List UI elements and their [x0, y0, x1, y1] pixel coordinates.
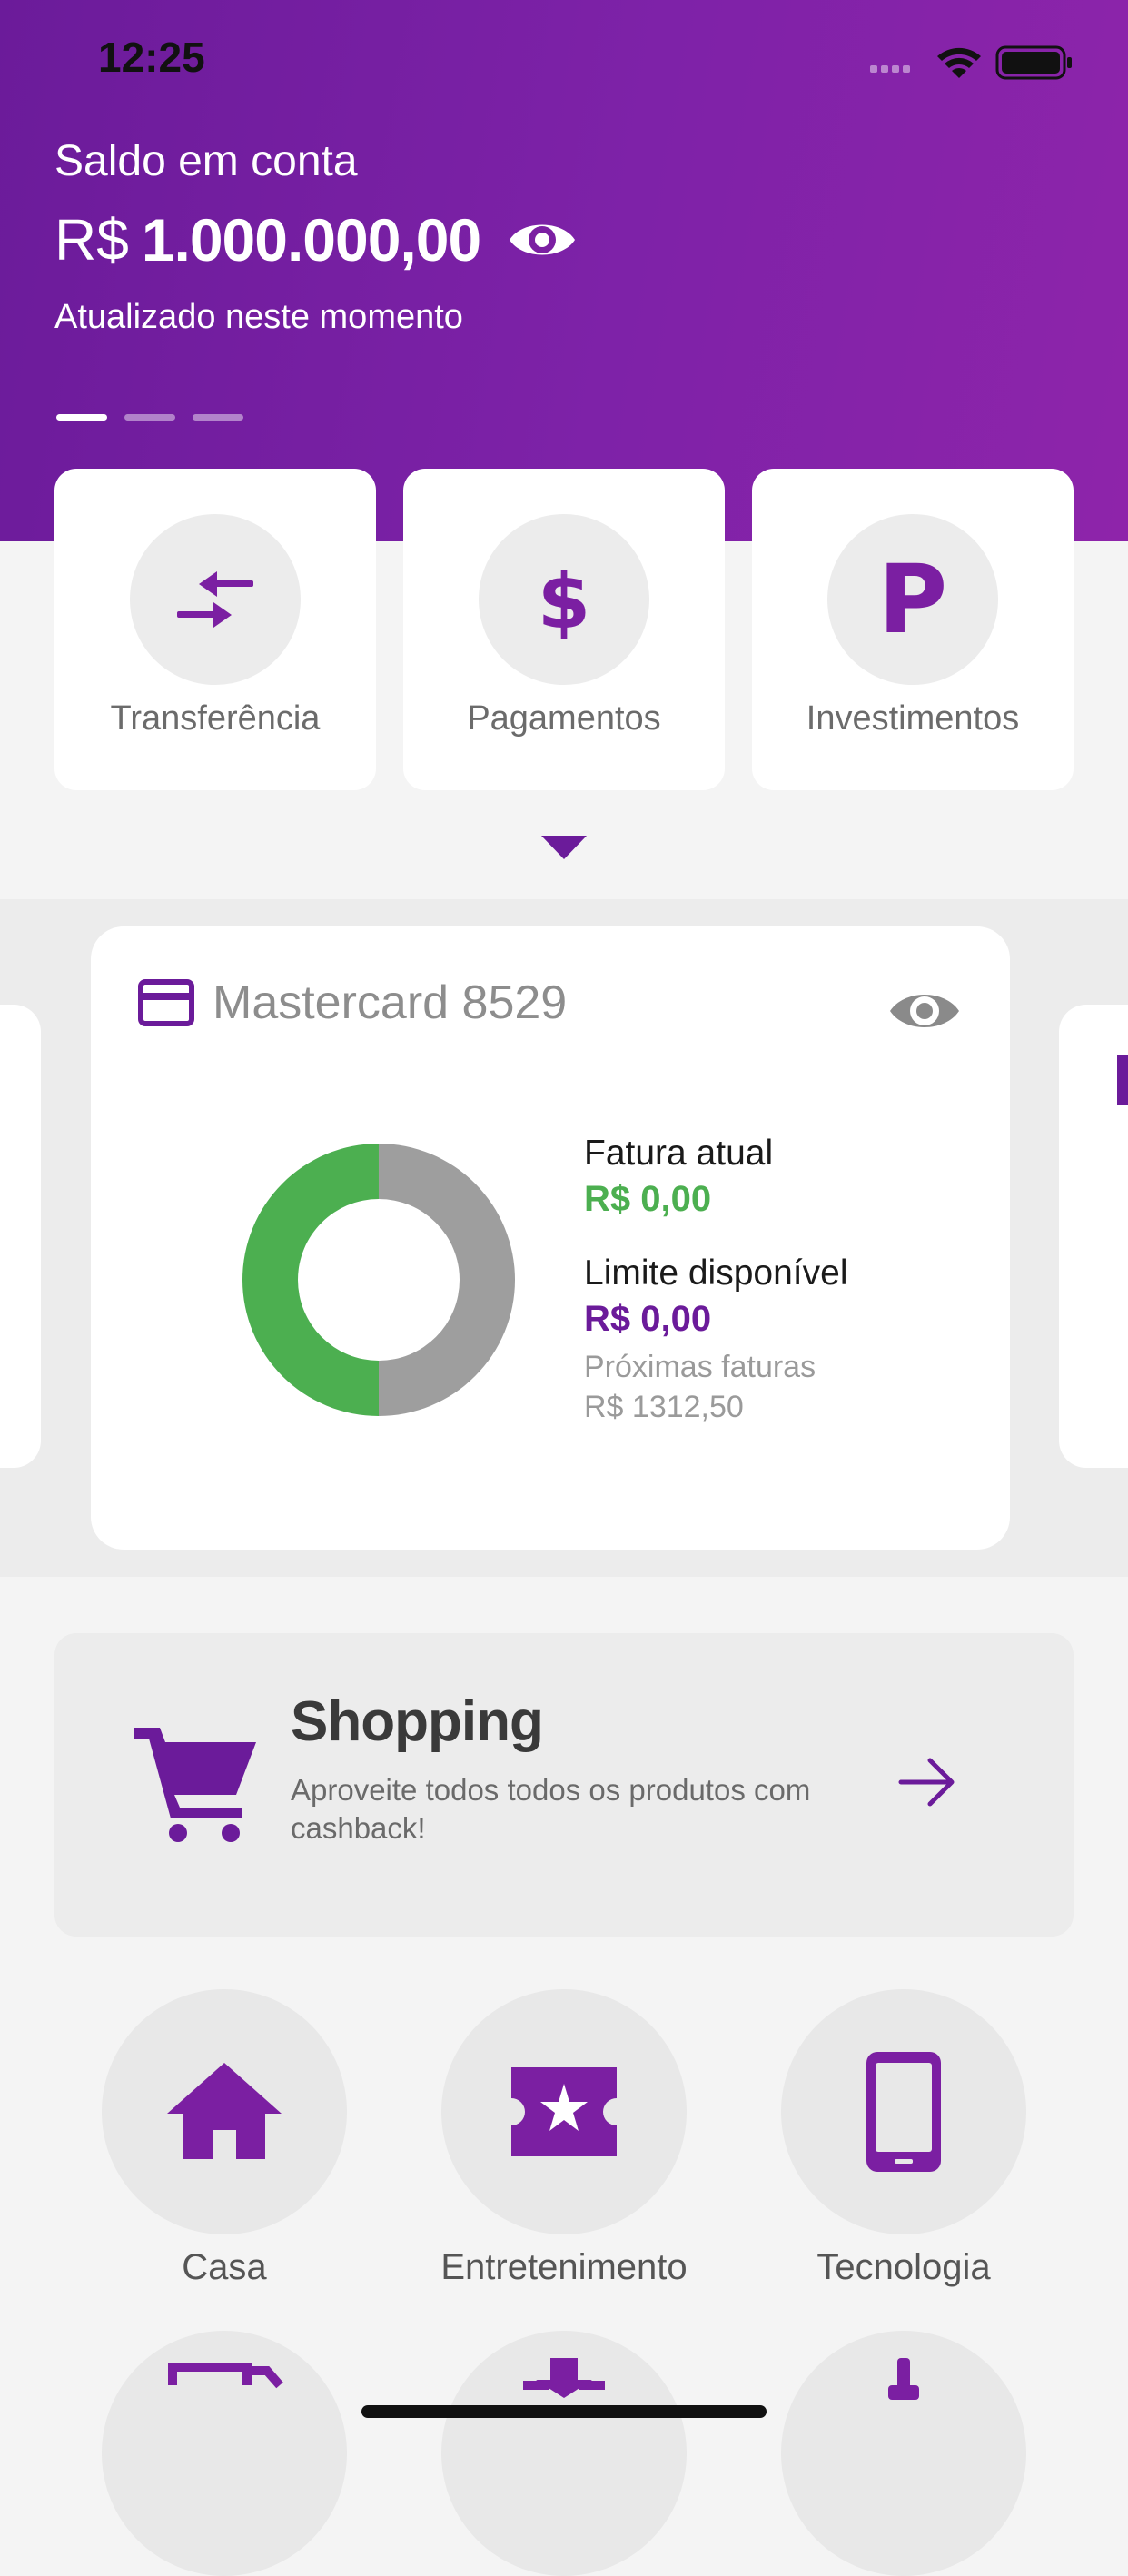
previous-card[interactable]: [0, 1005, 41, 1468]
svg-text:P: P: [878, 556, 947, 643]
used-slice: [242, 1144, 379, 1416]
next-card-icon-fragment: [1117, 1055, 1128, 1105]
balance-label: Saldo em conta: [54, 137, 358, 185]
category-casa-label: Casa: [182, 2247, 267, 2287]
shopping-description: Aproveite todos todos os produtos com ca…: [291, 1773, 811, 1845]
payments-icon-circle: $: [479, 514, 649, 685]
home-indicator[interactable]: [361, 2405, 767, 2418]
tool-icon: [888, 2358, 919, 2400]
available-limit-label: Limite disponível: [584, 1253, 848, 1293]
category-entretenimento-button[interactable]: [441, 1989, 687, 2234]
current-bill-label: Fatura atual: [584, 1134, 774, 1173]
investments-button[interactable]: P Investimentos: [752, 469, 1074, 790]
eye-icon[interactable]: [886, 983, 963, 1039]
investments-label: Investimentos: [806, 699, 1020, 738]
transfer-button[interactable]: Transferência: [54, 469, 376, 790]
pager-dot-3[interactable]: [193, 414, 243, 421]
transfer-label: Transferência: [110, 699, 321, 738]
investments-icon-circle: P: [827, 514, 998, 685]
credit-card-icon: [138, 979, 194, 1026]
battery-icon: [995, 45, 1072, 80]
current-bill-value: R$ 0,00: [584, 1179, 712, 1219]
wifi-icon: [937, 47, 981, 78]
status-time: 12:25: [98, 34, 205, 81]
category-tecnologia-button[interactable]: [781, 1989, 1026, 2234]
balance-currency: R$: [54, 207, 129, 272]
cart-icon: [134, 1728, 256, 1842]
next-bills-value: R$ 1312,50: [584, 1390, 744, 1424]
house-icon: [167, 2063, 282, 2159]
eye-icon[interactable]: [506, 213, 579, 267]
next-bills-label: Próximas faturas: [584, 1350, 816, 1384]
balance-updated-text: Atualizado neste momento: [54, 298, 463, 336]
arrow-right-icon[interactable]: [895, 1755, 961, 1809]
category-casa-button[interactable]: [102, 1989, 347, 2234]
card-name: Mastercard 8529: [213, 976, 568, 1029]
signal-icon: [870, 65, 910, 73]
expand-down-icon[interactable]: [541, 836, 587, 859]
transfer-arrows-icon: [177, 571, 253, 628]
category-partial-2-button[interactable]: [441, 2331, 687, 2576]
transfer-icon-circle: [130, 514, 301, 685]
balance-amount-row: R$ 1.000.000,00: [54, 205, 579, 274]
smartphone-icon: [866, 2052, 941, 2172]
payments-label: Pagamentos: [467, 699, 661, 738]
dollar-icon: $: [538, 559, 590, 640]
payments-button[interactable]: $ Pagamentos: [403, 469, 725, 790]
ticket-star-icon: [511, 2067, 617, 2156]
category-partial-3-button[interactable]: [781, 2331, 1026, 2576]
available-limit-value: R$ 0,00: [584, 1299, 712, 1339]
pager-dot-1[interactable]: [56, 414, 107, 421]
next-card[interactable]: [1059, 1005, 1128, 1468]
p-letter-icon: P: [878, 556, 947, 643]
invoice-donut-chart: [242, 1144, 516, 1416]
truck-icon: [168, 2363, 283, 2389]
shopping-title: Shopping: [291, 1690, 544, 1753]
pager-dot-2[interactable]: [124, 414, 175, 421]
category-entretenimento-label: Entretenimento: [440, 2247, 688, 2287]
svg-text:$: $: [538, 559, 590, 640]
category-partial-1-button[interactable]: [102, 2331, 347, 2576]
available-slice: [379, 1144, 516, 1416]
status-icons: [870, 45, 1072, 80]
balance-amount: 1.000.000,00: [141, 206, 481, 273]
category-tecnologia-label: Tecnologia: [816, 2247, 991, 2287]
